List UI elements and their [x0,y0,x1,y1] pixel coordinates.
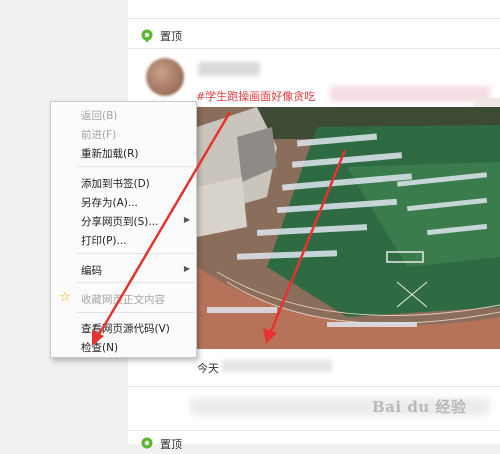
menu-item-favorite-content[interactable]: ☆ 收藏网页正文内容 [51,290,196,308]
baidu-jingyan-watermark: Bai du 经验 [372,398,467,416]
username-blurred [198,62,260,76]
pin-icon [141,437,153,449]
menu-separator [77,282,195,283]
section-title: 置顶 [160,438,182,451]
submenu-arrow-icon: ▶ [183,215,190,224]
menu-separator [77,253,195,254]
menu-item-label: 前进(F) [81,129,117,141]
menu-item-label: 查看网页源代码(V) [81,323,170,335]
menu-item-encoding[interactable]: 编码 ▶ [51,261,196,279]
submenu-arrow-icon: ▶ [183,264,190,273]
feed-divider [128,18,500,19]
menu-item-view-source[interactable]: 查看网页源代码(V) [51,319,196,337]
menu-item-share[interactable]: 分享网页到(S)... ▶ [51,212,196,230]
menu-item-back[interactable]: 返回(B) [51,106,196,124]
context-menu: 返回(B) 前进(F) 重新加载(R) 添加到书签(D) 另存为(A)... 分… [50,101,197,358]
menu-item-label: 添加到书签(D) [81,178,150,190]
feed-divider [128,386,500,387]
feed-divider [128,430,500,431]
video-frame [197,107,500,349]
hashtag-blurred [330,86,490,102]
menu-item-inspect[interactable]: 检查(N) [51,338,196,356]
star-icon: ☆ [59,290,71,305]
menu-item-label: 返回(B) [81,110,118,122]
feed-divider [128,48,500,49]
menu-item-save-as[interactable]: 另存为(A)... [51,193,196,211]
menu-item-label: 编码 [81,265,102,277]
caption-blurred [222,360,332,372]
post-video[interactable] [197,107,500,349]
menu-separator [77,166,195,167]
menu-item-label: 分享网页到(S)... [81,216,159,228]
menu-item-forward[interactable]: 前进(F) [51,125,196,143]
menu-item-label: 另存为(A)... [81,197,138,209]
section-title: 置顶 [160,30,182,43]
menu-item-label: 重新加载(R) [81,148,139,160]
pin-icon [141,29,153,43]
pinned-section-header: 置顶 [140,26,182,46]
post-hashtag[interactable]: #学生跑操画面好像贪吃 [196,88,315,104]
pinned-section-header: 置顶 [140,434,182,454]
menu-separator [77,312,195,313]
menu-item-label: 收藏网页正文内容 [81,294,165,306]
menu-item-add-bookmark[interactable]: 添加到书签(D) [51,174,196,192]
menu-item-print[interactable]: 打印(P)... [51,231,196,249]
menu-item-label: 打印(P)... [81,235,127,247]
menu-item-reload[interactable]: 重新加载(R) [51,144,196,162]
menu-item-label: 检查(N) [81,342,119,354]
post-caption: 今天 [197,362,219,375]
avatar[interactable] [146,58,184,96]
